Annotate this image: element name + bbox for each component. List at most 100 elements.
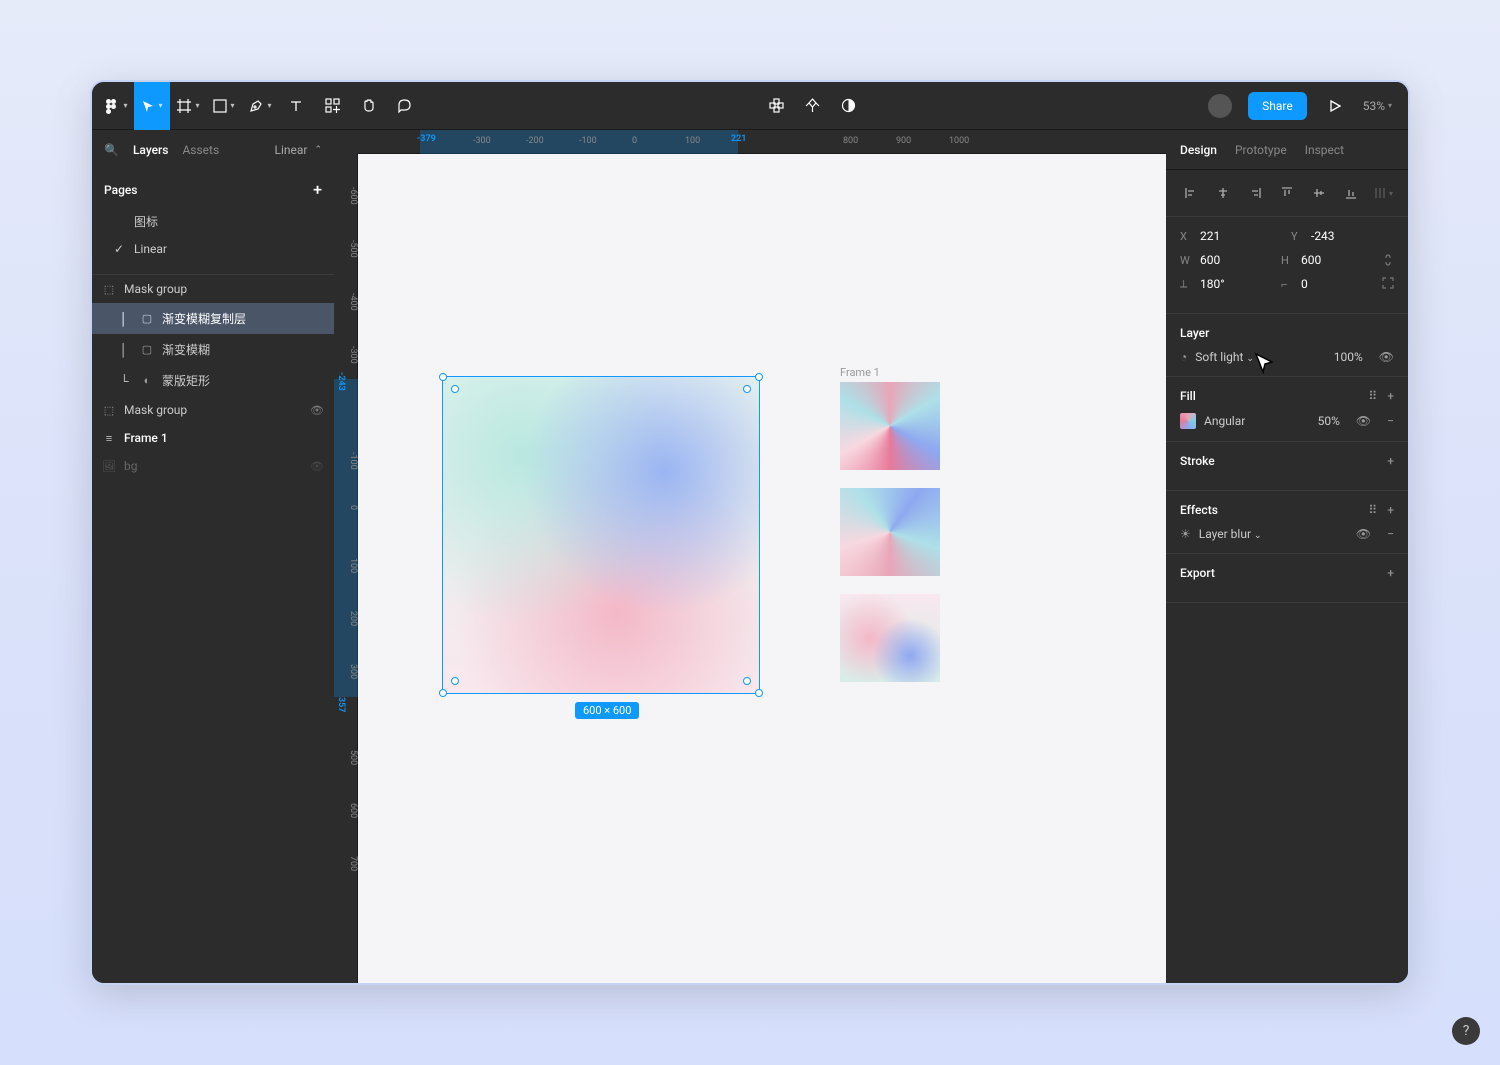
- rotate-handle[interactable]: [451, 385, 459, 393]
- effects-section: Effects⠿+ ☀ Layer blur ⌄ 👁 −: [1166, 491, 1408, 554]
- corners-icon[interactable]: [1382, 277, 1394, 291]
- shape-tool[interactable]: ▾: [206, 82, 242, 130]
- comment-tool[interactable]: [386, 82, 422, 130]
- layer-item[interactable]: │▢渐变模糊: [92, 334, 334, 365]
- layer-section: Layer ◔ Soft light ⌄ 100% 👁: [1166, 314, 1408, 377]
- stroke-title: Stroke: [1180, 454, 1215, 468]
- blend-icon: ◔: [1180, 350, 1187, 364]
- align-right-icon[interactable]: [1244, 182, 1266, 204]
- zoom-dropdown[interactable]: 53%▾: [1353, 99, 1402, 113]
- selection-box[interactable]: [442, 376, 760, 694]
- align-hcenter-icon[interactable]: [1212, 182, 1234, 204]
- ruler-vertical[interactable]: -243 357 -600 -500 -400 -300 -100 0 100 …: [334, 154, 358, 983]
- component-tool[interactable]: [758, 82, 794, 130]
- h-label: H: [1281, 254, 1295, 267]
- image-icon: 🖼: [102, 460, 116, 473]
- fill-opacity-input[interactable]: 50%: [1318, 414, 1340, 428]
- search-icon[interactable]: 🔍: [104, 143, 119, 157]
- tab-design[interactable]: Design: [1180, 143, 1217, 157]
- stroke-section: Stroke +: [1166, 442, 1408, 491]
- distribute-icon[interactable]: ▾: [1372, 182, 1394, 204]
- styles-icon[interactable]: ⠿: [1368, 389, 1377, 403]
- rotate-handle[interactable]: [743, 385, 751, 393]
- align-bottom-icon[interactable]: [1340, 182, 1362, 204]
- layer-item[interactable]: ⬚Mask group: [92, 275, 334, 303]
- thumb-1[interactable]: [840, 382, 940, 470]
- visibility-icon[interactable]: 👁: [1356, 414, 1371, 428]
- canvas[interactable]: 600 × 600 Frame 1: [358, 154, 1166, 983]
- menu-button[interactable]: ▾: [98, 82, 134, 130]
- rotation-input[interactable]: 180°: [1200, 277, 1225, 291]
- ruler-horizontal[interactable]: -379 221 -300 -200 -100 0 100 800 900 10…: [358, 130, 1166, 154]
- tab-assets[interactable]: Assets: [182, 143, 219, 157]
- resize-handle[interactable]: [439, 689, 447, 697]
- position-section: X221 Y-243 W600 H600 ⟂180° ⌐0: [1166, 217, 1408, 314]
- half-circle-icon: ◐: [140, 374, 154, 387]
- layer-item[interactable]: │▢渐变模糊复制层: [92, 303, 334, 334]
- add-effect-button[interactable]: +: [1387, 503, 1394, 517]
- mask-icon: ⬚: [102, 404, 116, 417]
- effect-icon[interactable]: ☀: [1180, 527, 1191, 541]
- page-item[interactable]: ✓Linear: [104, 236, 322, 262]
- avatar[interactable]: [1208, 94, 1232, 118]
- add-export-button[interactable]: +: [1387, 566, 1394, 580]
- layer-item[interactable]: └◐蒙版矩形: [92, 365, 334, 396]
- left-tabs: 🔍 Layers Assets Linear⌃: [92, 130, 334, 170]
- thumb-2[interactable]: [840, 488, 940, 576]
- share-button[interactable]: Share: [1248, 92, 1307, 120]
- fill-type[interactable]: Angular: [1204, 414, 1245, 428]
- align-vcenter-icon[interactable]: [1308, 182, 1330, 204]
- remove-fill-button[interactable]: −: [1387, 414, 1394, 428]
- visibility-icon[interactable]: 👁: [1379, 350, 1394, 364]
- fill-title: Fill: [1180, 389, 1196, 403]
- layer-item[interactable]: ≡Frame 1: [92, 424, 334, 452]
- tab-prototype[interactable]: Prototype: [1235, 143, 1287, 157]
- add-page-button[interactable]: +: [313, 180, 322, 199]
- tab-layers[interactable]: Layers: [133, 143, 169, 157]
- pen-tool[interactable]: ▾: [242, 82, 278, 130]
- text-tool[interactable]: [278, 82, 314, 130]
- x-input[interactable]: 221: [1200, 229, 1220, 243]
- hand-tool[interactable]: [350, 82, 386, 130]
- blend-mode-dropdown[interactable]: Soft light ⌄: [1195, 350, 1254, 364]
- h-input[interactable]: 600: [1301, 253, 1321, 267]
- styles-icon[interactable]: ⠿: [1368, 503, 1377, 517]
- layers-tree: ⬚Mask group │▢渐变模糊复制层 │▢渐变模糊 └◐蒙版矩形 ⬚Mas…: [92, 274, 334, 983]
- move-tool[interactable]: ▾: [134, 82, 170, 130]
- hidden-icon: 👁: [310, 460, 324, 473]
- resize-handle[interactable]: [755, 373, 763, 381]
- layer-item[interactable]: ⬚Mask group👁: [92, 396, 334, 424]
- fill-swatch[interactable]: [1180, 413, 1196, 429]
- w-input[interactable]: 600: [1200, 253, 1220, 267]
- radius-icon: ⌐: [1281, 278, 1295, 291]
- resources-tool[interactable]: [314, 82, 350, 130]
- constrain-icon[interactable]: [1382, 253, 1394, 267]
- rotate-handle[interactable]: [451, 677, 459, 685]
- resize-handle[interactable]: [755, 689, 763, 697]
- present-button[interactable]: [1317, 82, 1353, 130]
- opacity-input[interactable]: 100%: [1334, 350, 1363, 364]
- left-panel: 🔍 Layers Assets Linear⌃ Pages+ 图标 ✓Linea…: [92, 130, 334, 983]
- layer-item[interactable]: 🖼bg👁: [92, 452, 334, 480]
- radius-input[interactable]: 0: [1301, 277, 1308, 291]
- remove-effect-button[interactable]: −: [1387, 527, 1394, 541]
- rotate-handle[interactable]: [743, 677, 751, 685]
- effect-type-dropdown[interactable]: Layer blur ⌄: [1199, 527, 1262, 541]
- align-left-icon[interactable]: [1180, 182, 1202, 204]
- frame-label[interactable]: Frame 1: [840, 366, 880, 379]
- thumb-3[interactable]: [840, 594, 940, 682]
- page-item[interactable]: 图标: [104, 207, 322, 236]
- add-fill-button[interactable]: +: [1387, 389, 1394, 403]
- y-input[interactable]: -243: [1311, 229, 1335, 243]
- align-top-icon[interactable]: [1276, 182, 1298, 204]
- visibility-icon[interactable]: 👁: [1356, 527, 1371, 541]
- chevron-down-icon: ▾: [195, 101, 199, 110]
- boolean-tool[interactable]: [830, 82, 866, 130]
- frame-tool[interactable]: ▾: [170, 82, 206, 130]
- page-selector[interactable]: Linear⌃: [274, 143, 322, 157]
- add-stroke-button[interactable]: +: [1387, 454, 1394, 468]
- tab-inspect[interactable]: Inspect: [1305, 143, 1344, 157]
- resize-handle[interactable]: [439, 373, 447, 381]
- fill-section: Fill ⠿ + Angular 50% 👁 −: [1166, 377, 1408, 442]
- mask-tool[interactable]: [794, 82, 830, 130]
